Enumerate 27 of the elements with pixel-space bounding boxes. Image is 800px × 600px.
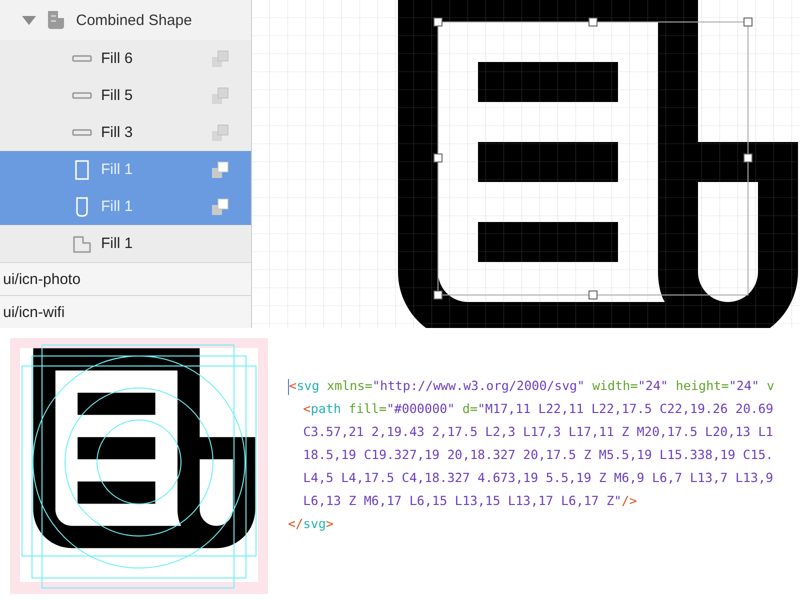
layer-name: Combined Shape — [76, 12, 192, 28]
code-line: </svg> — [288, 515, 335, 533]
shape-group-icon — [46, 10, 66, 30]
layer-group-row[interactable]: Combined Shape — [0, 0, 251, 40]
layer-name: Fill 1 — [101, 161, 134, 178]
code-line: L6,13 Z M6,17 L6,15 L13,15 L13,17 L6,17 Z"/> — [302, 492, 638, 510]
rectangle-icon — [72, 55, 92, 62]
layer-name: Fill 5 — [101, 87, 134, 104]
boolean-operation-icon[interactable] — [211, 198, 229, 216]
code-line: L4,5 L4,17.5 C4,18.327 4.673,19 5.5,19 Z M6,9 L6,7 L13,7 L13,9 — [302, 469, 774, 487]
code-line: <svg xmlns="http://www.w3.org/2000/svg" width="24" height="24" v — [288, 377, 774, 397]
rectangle-icon — [72, 129, 92, 136]
layer-name: Fill 1 — [101, 235, 134, 252]
code-line: 18.5,19 C19.327,19 20,18.327 20,17.5 Z M5.5,19 L15.338,19 C15. — [302, 446, 774, 464]
boolean-operation-icon[interactable] — [211, 160, 229, 178]
layer-name: Fill 1 — [101, 198, 134, 215]
code-line: C3.57,21 2,19.43 2,17.5 L2,3 L17,3 L17,11 Z M20,17.5 L20,13 L1 — [302, 423, 774, 441]
rectangle-icon — [72, 92, 92, 99]
disclosure-triangle-icon[interactable] — [22, 16, 36, 24]
symbol-row[interactable]: ui/icn-wifi — [0, 295, 251, 328]
boolean-operation-icon[interactable] — [211, 86, 229, 104]
symbol-row[interactable]: ui/icn-photo — [0, 262, 251, 295]
layer-name: Fill 6 — [101, 50, 134, 67]
layer-name: Fill 3 — [101, 124, 134, 141]
boolean-operation-icon[interactable] — [211, 124, 229, 142]
code-line: <path fill="#000000" d="M17,11 L22,11 L22,17.5 C22,19.26 20.69 — [302, 400, 774, 418]
boolean-operation-icon[interactable] — [211, 50, 229, 68]
